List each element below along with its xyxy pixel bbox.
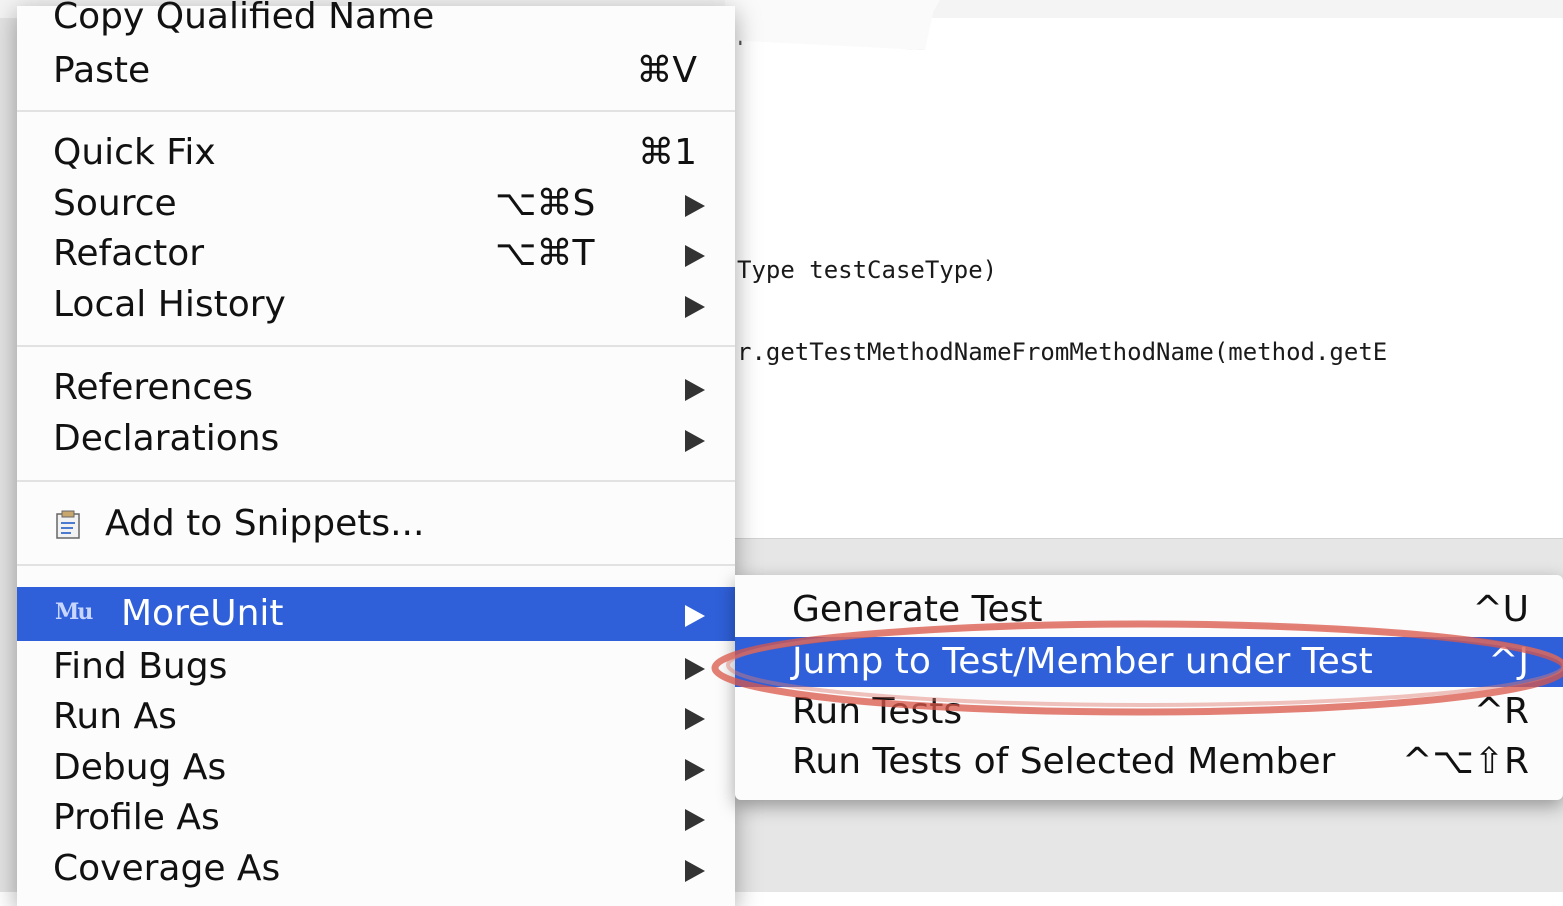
- menu-item-paste[interactable]: Paste ⌘V: [17, 46, 735, 96]
- menu-item-label: Refactor: [53, 233, 205, 274]
- menu-item-shortcut: ⌥⌘T: [495, 233, 595, 274]
- menu-separator: [17, 480, 735, 482]
- submenu-arrow-icon: [685, 245, 705, 267]
- menu-item-label: Run As: [53, 696, 177, 737]
- context-menu: Copy Qualified Name Paste ⌘V Quick Fix ⌘…: [17, 0, 735, 906]
- moreunit-icon: Mu: [55, 599, 93, 625]
- menu-item-label: MoreUnit: [121, 593, 284, 634]
- menu-item-profile-as[interactable]: Profile As: [17, 793, 735, 843]
- submenu-arrow-icon: [685, 708, 705, 730]
- submenu-arrow-icon: [685, 605, 705, 627]
- menu-item-label: Debug As: [53, 747, 227, 788]
- menu-item-find-bugs[interactable]: Find Bugs: [17, 642, 735, 692]
- menu-item-label: Quick Fix: [53, 132, 216, 173]
- menu-item-label: Source: [53, 183, 177, 224]
- menu-item-run-as[interactable]: Run As: [17, 692, 735, 742]
- menu-item-label: Profile As: [53, 797, 220, 838]
- submenu-arrow-icon: [685, 430, 705, 452]
- menu-separator: [17, 564, 735, 566]
- submenu-arrow-icon: [685, 379, 705, 401]
- menu-separator: [17, 345, 735, 347]
- menu-item-label: Paste: [53, 50, 151, 91]
- menu-item-copy-qualified-name[interactable]: Copy Qualified Name: [17, 0, 735, 42]
- menu-item-local-history[interactable]: Local History: [17, 280, 735, 330]
- menu-item-label: Copy Qualified Name: [53, 0, 435, 37]
- menu-item-label: Add to Snippets...: [105, 503, 425, 544]
- menu-item-shortcut: ⌘V: [636, 50, 697, 91]
- menu-item-references[interactable]: References: [17, 363, 735, 413]
- moreunit-submenu: Generate Test ^U Jump to Test/Member und…: [735, 575, 1563, 800]
- menu-item-label: Coverage As: [53, 848, 281, 889]
- menu-item-shortcut: ⌥⌘S: [495, 183, 596, 224]
- submenu-item-run-tests-selected-member[interactable]: Run Tests of Selected Member ^⌥⇧R: [735, 737, 1563, 787]
- menu-item-label: Declarations: [53, 418, 280, 459]
- submenu-item-run-tests[interactable]: Run Tests ^R: [735, 687, 1563, 737]
- menu-item-coverage-as[interactable]: Coverage As: [17, 844, 735, 894]
- submenu-item-label: Run Tests of Selected Member: [792, 741, 1336, 782]
- submenu-arrow-icon: [685, 860, 705, 882]
- submenu-item-shortcut: ^J: [1488, 641, 1529, 682]
- menu-item-moreunit[interactable]: Mu MoreUnit: [17, 587, 735, 641]
- submenu-item-label: Generate Test: [792, 589, 1043, 630]
- snippet-icon: [56, 510, 80, 539]
- submenu-item-generate-test[interactable]: Generate Test ^U: [735, 585, 1563, 635]
- menu-item-label: Local History: [53, 284, 286, 325]
- code-line: r.getTestMethodNameFromMethodName(method…: [737, 338, 1388, 366]
- menu-item-label: Find Bugs: [53, 646, 228, 687]
- menu-item-source[interactable]: Source ⌥⌘S: [17, 179, 735, 229]
- moreunit-icon-text: Mu: [55, 599, 93, 625]
- menu-item-declarations[interactable]: Declarations: [17, 414, 735, 464]
- menu-item-shortcut: ⌘1: [638, 132, 697, 173]
- menu-item-label: References: [53, 367, 254, 408]
- submenu-item-shortcut: ^⌥⇧R: [1402, 741, 1529, 782]
- submenu-item-shortcut: ^R: [1473, 691, 1529, 732]
- submenu-arrow-icon: [685, 658, 705, 680]
- menu-item-refactor[interactable]: Refactor ⌥⌘T: [17, 229, 735, 279]
- submenu-arrow-icon: [685, 296, 705, 318]
- submenu-item-jump-to-test[interactable]: Jump to Test/Member under Test ^J: [735, 637, 1563, 687]
- submenu-arrow-icon: [685, 195, 705, 217]
- submenu-arrow-icon: [685, 759, 705, 781]
- submenu-arrow-icon: [685, 809, 705, 831]
- code-line: Type testCaseType): [737, 256, 998, 284]
- submenu-item-shortcut: ^U: [1472, 589, 1529, 630]
- submenu-item-label: Jump to Test/Member under Test: [792, 641, 1373, 682]
- menu-item-add-to-snippets[interactable]: Add to Snippets...: [17, 499, 735, 549]
- submenu-item-label: Run Tests: [792, 691, 963, 732]
- menu-item-quick-fix[interactable]: Quick Fix ⌘1: [17, 128, 735, 178]
- menu-item-debug-as[interactable]: Debug As: [17, 743, 735, 793]
- menu-separator: [17, 110, 735, 112]
